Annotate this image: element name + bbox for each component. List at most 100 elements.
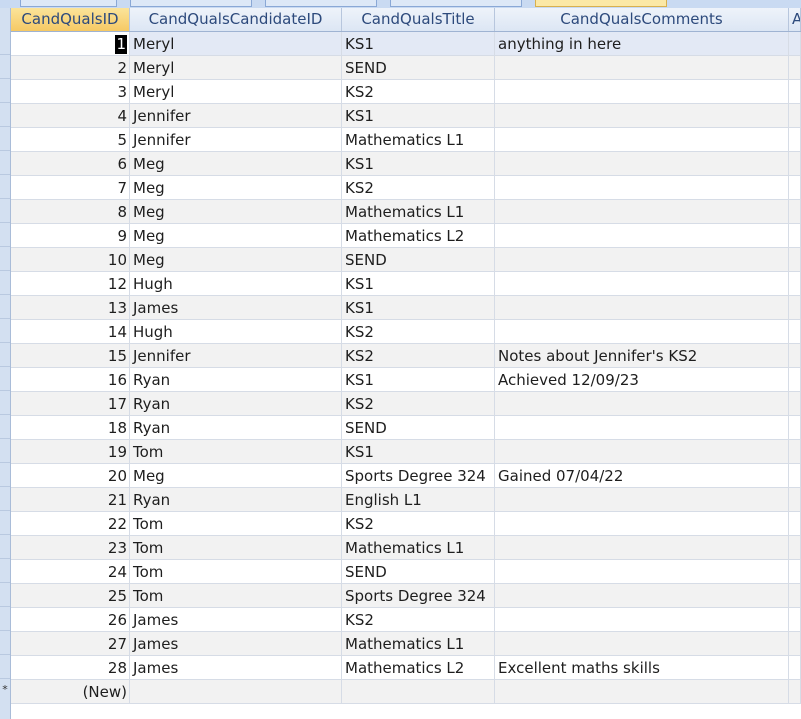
cell-next[interactable]: [789, 416, 801, 440]
cell-next[interactable]: [789, 80, 801, 104]
cell-comments[interactable]: Excellent maths skills: [495, 656, 789, 680]
table-row[interactable]: 20 Meg Sports Degree 324 Gained 07/04/22: [11, 464, 801, 488]
cell-comments[interactable]: [495, 200, 789, 224]
table-row[interactable]: 3 Meryl KS2: [11, 80, 801, 104]
cell-candqualsid[interactable]: 25: [11, 584, 130, 608]
cell-next[interactable]: [789, 152, 801, 176]
table-row[interactable]: 26 James KS2: [11, 608, 801, 632]
new-record-row[interactable]: (New): [11, 680, 801, 704]
column-header-title[interactable]: CandQualsTitle: [342, 8, 495, 31]
cell-comments[interactable]: [495, 512, 789, 536]
cell-title[interactable]: KS1: [342, 104, 495, 128]
cell-next[interactable]: [789, 32, 801, 56]
cell-next[interactable]: [789, 536, 801, 560]
cell-next[interactable]: [789, 608, 801, 632]
cell-candidateid[interactable]: Meg: [130, 152, 342, 176]
record-selector[interactable]: [0, 367, 10, 391]
table-row[interactable]: 9 Meg Mathematics L2: [11, 224, 801, 248]
cell-comments[interactable]: Gained 07/04/22: [495, 464, 789, 488]
cell-candqualsid[interactable]: 21: [11, 488, 130, 512]
cell-title[interactable]: Mathematics L1: [342, 536, 495, 560]
cell-candqualsid[interactable]: 28: [11, 656, 130, 680]
cell-comments[interactable]: [495, 56, 789, 80]
cell-candqualsid[interactable]: 20: [11, 464, 130, 488]
cell-candidateid[interactable]: Tom: [130, 440, 342, 464]
table-row[interactable]: 1 Meryl KS1 anything in here: [11, 32, 801, 56]
cell-candqualsid[interactable]: 13: [11, 296, 130, 320]
cell-candqualsid[interactable]: 2: [11, 56, 130, 80]
cell-title[interactable]: English L1: [342, 488, 495, 512]
new-cell-next[interactable]: [789, 680, 801, 704]
cell-title[interactable]: KS1: [342, 440, 495, 464]
table-row[interactable]: 10 Meg SEND: [11, 248, 801, 272]
table-row[interactable]: 24 Tom SEND: [11, 560, 801, 584]
cell-next[interactable]: [789, 296, 801, 320]
record-selector[interactable]: [0, 79, 10, 103]
cell-candqualsid[interactable]: 16: [11, 368, 130, 392]
cell-comments[interactable]: [495, 584, 789, 608]
table-row[interactable]: 7 Meg KS2: [11, 176, 801, 200]
record-selector[interactable]: [0, 127, 10, 151]
record-selector[interactable]: [0, 319, 10, 343]
cell-candqualsid[interactable]: 9: [11, 224, 130, 248]
cell-candqualsid[interactable]: 27: [11, 632, 130, 656]
record-selector[interactable]: [0, 559, 10, 583]
cell-candidateid[interactable]: Ryan: [130, 416, 342, 440]
cell-candidateid[interactable]: Ryan: [130, 392, 342, 416]
cell-candqualsid[interactable]: 15: [11, 344, 130, 368]
cell-comments[interactable]: [495, 296, 789, 320]
cell-candidateid[interactable]: Meg: [130, 200, 342, 224]
cell-title[interactable]: KS2: [342, 80, 495, 104]
cell-candidateid[interactable]: Jennifer: [130, 104, 342, 128]
cell-candidateid[interactable]: James: [130, 656, 342, 680]
cell-title[interactable]: Mathematics L1: [342, 200, 495, 224]
cell-candqualsid[interactable]: 22: [11, 512, 130, 536]
cell-comments[interactable]: [495, 128, 789, 152]
cell-candqualsid[interactable]: 26: [11, 608, 130, 632]
cell-next[interactable]: [789, 320, 801, 344]
cell-candidateid[interactable]: James: [130, 608, 342, 632]
column-header-next[interactable]: A: [789, 8, 801, 31]
cell-next[interactable]: [789, 392, 801, 416]
cell-candidateid[interactable]: Meryl: [130, 80, 342, 104]
cell-title[interactable]: Mathematics L2: [342, 224, 495, 248]
record-selector[interactable]: [0, 463, 10, 487]
cell-candidateid[interactable]: Tom: [130, 584, 342, 608]
record-selector[interactable]: [0, 583, 10, 607]
record-selector[interactable]: [0, 415, 10, 439]
cell-title[interactable]: KS1: [342, 272, 495, 296]
cell-title[interactable]: Mathematics L1: [342, 128, 495, 152]
cell-title[interactable]: KS1: [342, 32, 495, 56]
cell-candidateid[interactable]: Tom: [130, 536, 342, 560]
cell-candidateid[interactable]: Meg: [130, 176, 342, 200]
record-selector[interactable]: [0, 655, 10, 679]
table-row[interactable]: 5 Jennifer Mathematics L1: [11, 128, 801, 152]
cell-candqualsid[interactable]: 24: [11, 560, 130, 584]
cell-candqualsid[interactable]: 3: [11, 80, 130, 104]
cell-candidateid[interactable]: Jennifer: [130, 344, 342, 368]
cell-candidateid[interactable]: Meg: [130, 224, 342, 248]
cell-comments[interactable]: [495, 608, 789, 632]
cell-candqualsid[interactable]: 10: [11, 248, 130, 272]
cell-comments[interactable]: [495, 440, 789, 464]
cell-candqualsid[interactable]: 17: [11, 392, 130, 416]
cell-candidateid[interactable]: Meryl: [130, 56, 342, 80]
cell-comments[interactable]: [495, 632, 789, 656]
cell-candqualsid[interactable]: 14: [11, 320, 130, 344]
cell-comments[interactable]: [495, 320, 789, 344]
cell-title[interactable]: Mathematics L1: [342, 632, 495, 656]
cell-next[interactable]: [789, 272, 801, 296]
table-row[interactable]: 16 Ryan KS1 Achieved 12/09/23: [11, 368, 801, 392]
cell-candqualsid[interactable]: 1: [11, 32, 130, 56]
cell-comments[interactable]: [495, 176, 789, 200]
cell-comments[interactable]: [495, 272, 789, 296]
cell-title[interactable]: SEND: [342, 560, 495, 584]
table-row[interactable]: 13 James KS1: [11, 296, 801, 320]
new-cell-title[interactable]: [342, 680, 495, 704]
cell-candidateid[interactable]: Hugh: [130, 320, 342, 344]
cell-next[interactable]: [789, 248, 801, 272]
cell-title[interactable]: Sports Degree 324: [342, 584, 495, 608]
table-row[interactable]: 12 Hugh KS1: [11, 272, 801, 296]
cell-candidateid[interactable]: Jennifer: [130, 128, 342, 152]
cell-comments[interactable]: [495, 416, 789, 440]
